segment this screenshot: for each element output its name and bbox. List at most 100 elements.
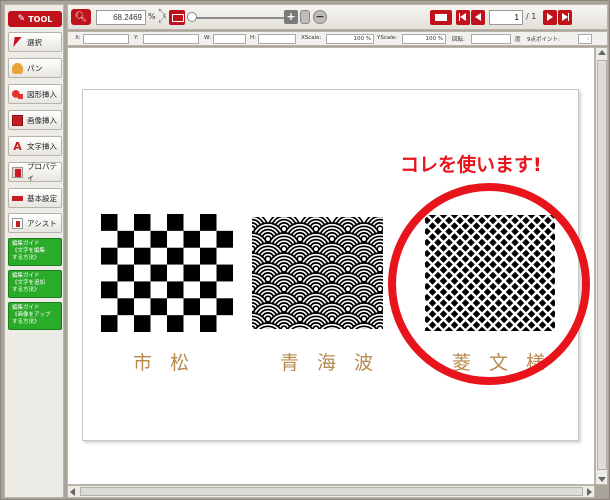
checker-square: [101, 214, 118, 231]
zoom-unit: %: [148, 12, 156, 21]
checker-square: [167, 281, 184, 299]
checker-square: [167, 247, 184, 265]
magnifier-icon: 🔍︎: [74, 11, 88, 23]
checker-square: [167, 315, 184, 332]
image-icon: [12, 114, 23, 126]
basic-settings-button[interactable]: 基本設定: [8, 188, 62, 208]
yscale-field[interactable]: 100 %: [402, 34, 446, 44]
checker-square: [200, 214, 217, 231]
assist-icon: [12, 217, 23, 229]
properties-icon: [12, 166, 23, 178]
guide-line: する方法》: [12, 287, 40, 293]
zoom-reset-button[interactable]: [300, 10, 310, 24]
vertical-scrollbar[interactable]: [595, 47, 608, 485]
zoom-in-button[interactable]: +: [284, 10, 298, 24]
checker-square: [183, 298, 200, 316]
guide-add-text-button[interactable]: 編集ガイド 《文字を追加 する方法》: [8, 270, 62, 298]
properties-button[interactable]: プロパティ: [8, 162, 62, 182]
xscale-label: XScale:: [301, 35, 322, 41]
degree-unit: 度: [515, 37, 521, 43]
assist-button[interactable]: アシスト: [8, 213, 62, 233]
h-field[interactable]: [258, 34, 296, 44]
select-tool-button[interactable]: 選択: [8, 32, 62, 52]
xscale-field[interactable]: 100 %: [326, 34, 374, 44]
scroll-left-icon[interactable]: [70, 488, 75, 496]
checker-square: [200, 281, 217, 299]
scroll-right-icon[interactable]: [587, 488, 592, 496]
zoom-input[interactable]: [96, 10, 146, 25]
guide-line: 《文字を追加: [12, 280, 46, 286]
guide-line: 編集ガイド: [12, 241, 40, 247]
scroll-up-icon[interactable]: [598, 50, 606, 55]
checker-square: [216, 264, 233, 282]
checker-square: [101, 315, 118, 332]
checker-square: [134, 247, 151, 265]
yscale-label: YScale:: [377, 35, 398, 41]
assist-label: アシスト: [27, 218, 57, 228]
y-field[interactable]: [143, 34, 199, 44]
insert-image-button[interactable]: 画像挿入: [8, 110, 62, 130]
checker-square: [216, 230, 233, 248]
insert-image-label: 画像挿入: [27, 115, 57, 125]
checker-square: [216, 298, 233, 316]
checker-square: [150, 230, 167, 248]
seigaiha-pattern[interactable]: [252, 217, 383, 329]
x-label: X:: [75, 35, 81, 41]
last-page-button[interactable]: [558, 10, 572, 25]
zoom-tool-button[interactable]: 🔍︎: [71, 9, 91, 25]
rotate-label: 回転:: [452, 37, 465, 43]
rotate-field[interactable]: [471, 34, 511, 44]
settings-icon: [12, 192, 23, 204]
checker-square: [200, 315, 217, 332]
property-bar: X: Y: W: H: XScale: 100 % YScale: 100 % …: [67, 31, 608, 46]
main-toolbar: 🔍︎ % ⤡⤢ + − / 1: [67, 4, 608, 30]
zoom-out-button[interactable]: −: [313, 10, 327, 24]
zoom-slider-track[interactable]: [189, 17, 291, 19]
checker-square: [134, 214, 151, 231]
w-field[interactable]: [213, 34, 246, 44]
horizontal-scroll-thumb[interactable]: [80, 487, 583, 496]
fit-window-button[interactable]: [169, 10, 185, 25]
select-tool-label: 選択: [27, 37, 42, 47]
callout-text: コレを使います!: [400, 154, 542, 176]
zoom-slider-handle[interactable]: [187, 12, 197, 22]
scroll-down-icon[interactable]: [598, 477, 606, 482]
prev-page-button[interactable]: [471, 10, 485, 25]
guide-line: 《画像をアップ: [12, 312, 51, 318]
guide-line: する方法》: [12, 255, 40, 261]
text-icon: A: [13, 139, 22, 153]
vertical-scroll-thumb[interactable]: [597, 60, 607, 470]
checker-square: [134, 315, 151, 332]
points-label: 9点ポイント:: [527, 37, 560, 43]
tool-header: ✎ TOOL: [8, 11, 62, 27]
h-label: H:: [250, 35, 256, 41]
tool-header-label: TOOL: [28, 14, 53, 24]
guide-line: 編集ガイド: [12, 273, 40, 279]
fit-page-icon[interactable]: ⤡ ⤢: [156, 9, 168, 25]
insert-shape-button[interactable]: 図形挿入: [8, 84, 62, 104]
cursor-arrow-icon: [12, 37, 23, 48]
points-field[interactable]: :: [578, 34, 592, 44]
guide-upload-image-button[interactable]: 編集ガイド 《画像をアップ する方法》: [8, 302, 62, 330]
basic-settings-label: 基本設定: [27, 193, 57, 203]
checkerboard-pattern[interactable]: [101, 214, 233, 332]
guide-line: 編集ガイド: [12, 305, 40, 311]
pattern-label-ichimatsu: 市松: [133, 352, 208, 374]
pattern-label-seigaiha: 青海波: [280, 352, 392, 374]
w-label: W:: [204, 35, 211, 41]
properties-label: プロパティ: [27, 162, 57, 182]
highlight-circle: [388, 183, 590, 385]
checker-square: [117, 264, 134, 282]
horizontal-scrollbar[interactable]: [67, 485, 595, 498]
tool-sidebar: ✎ TOOL 選択 パン 図形挿入 画像挿入 A 文字挿入 プロパティ 基本設定…: [4, 4, 64, 498]
y-label: Y:: [134, 35, 139, 41]
next-page-button[interactable]: [543, 10, 557, 25]
x-field[interactable]: [83, 34, 129, 44]
book-view-button[interactable]: [430, 10, 452, 25]
insert-text-button[interactable]: A 文字挿入: [8, 136, 62, 156]
first-page-button[interactable]: [456, 10, 470, 25]
page-number-input[interactable]: [489, 10, 523, 25]
pan-tool-button[interactable]: パン: [8, 58, 62, 78]
guide-edit-text-button[interactable]: 編集ガイド 《文字を編集 する方法》: [8, 238, 62, 266]
checker-square: [167, 214, 184, 231]
